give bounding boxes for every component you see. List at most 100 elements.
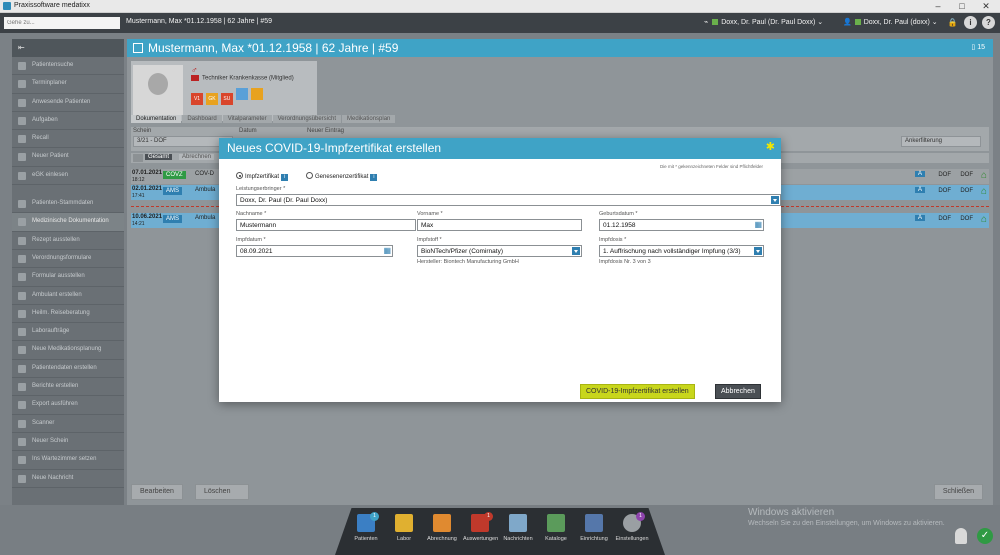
- sidebar-item-reise[interactable]: Heilm. Reiseberatung: [12, 305, 124, 324]
- flag-su[interactable]: SU: [220, 93, 233, 105]
- minimize-icon[interactable]: –: [928, 0, 948, 12]
- waiting-room-icon: [18, 456, 26, 465]
- people-icon: [18, 98, 26, 107]
- sidebar-item-recall[interactable]: Recall: [12, 130, 124, 149]
- catalog-icon: [547, 514, 565, 532]
- sidebar-item-stammdaten[interactable]: Patienten-Stammdaten: [12, 195, 124, 214]
- tab-dokumentation[interactable]: Dokumentation: [131, 115, 182, 123]
- sidebar-item-patientendaten[interactable]: Patientendaten erstellen: [12, 360, 124, 379]
- birthdate-label: Geburtsdatum *: [599, 211, 638, 217]
- tab-vitalparameter[interactable]: Vitalparameter: [222, 115, 272, 123]
- form-icon: [18, 254, 26, 263]
- radio-recovery-certificate[interactable]: Genesenenzertifikat i: [306, 172, 378, 181]
- flag-v1[interactable]: V1: [191, 93, 203, 105]
- sidebar-item-terminplaner[interactable]: Terminplaner: [12, 75, 124, 94]
- info-icon[interactable]: i: [281, 174, 289, 181]
- sidebar-item-neuer-schein[interactable]: Neuer Schein: [12, 433, 124, 452]
- sidebar-item-med-doku[interactable]: Medizinische Dokumentation: [12, 213, 124, 232]
- goto-search-input[interactable]: [4, 17, 120, 29]
- app-dock: 1 Patienten Labor Abrechnung 1 Auswertun…: [335, 508, 665, 555]
- dock-abrechnung[interactable]: Abrechnung: [425, 514, 459, 542]
- schein-label: Schein: [133, 128, 152, 134]
- sidebar-collapse-toggle[interactable]: ⇤: [12, 39, 124, 57]
- edit-patient-icon[interactable]: [133, 43, 143, 53]
- schein-select[interactable]: 3/21 - DOF: [133, 136, 233, 147]
- dock-einrichtung[interactable]: Einrichtung: [577, 514, 611, 542]
- info-icon[interactable]: i: [370, 174, 378, 181]
- vaccine-select[interactable]: BioNTech/Pfizer (Comirnaty): [417, 245, 582, 257]
- datum-label: Datum: [239, 128, 257, 134]
- firstname-field[interactable]: Max: [417, 219, 582, 231]
- help-icon[interactable]: ?: [982, 16, 995, 29]
- sidebar-item-nachricht[interactable]: Neue Nachricht: [12, 470, 124, 488]
- create-certificate-button[interactable]: COVID-19-Impfzertifikat erstellen: [580, 384, 695, 399]
- dock-einstellungen[interactable]: 1 Einstellungen: [615, 512, 649, 542]
- dock-labor[interactable]: Labor: [387, 514, 421, 542]
- dock-patienten[interactable]: 1 Patienten: [349, 512, 383, 542]
- entry-tag: AMS: [163, 187, 183, 195]
- messages-icon: [509, 514, 527, 532]
- filter-icon[interactable]: [133, 154, 143, 162]
- home-icon[interactable]: ⌂: [981, 170, 987, 181]
- document-count[interactable]: ▯ 15: [971, 43, 985, 51]
- sidebar-item-patientensuche[interactable]: Patientensuche: [12, 57, 124, 76]
- dose-select[interactable]: 1. Auffrischung nach vollständiger Impfu…: [599, 245, 764, 257]
- chevron-down-icon: [771, 196, 779, 204]
- abrechnung-button[interactable]: Abrechnen: [179, 154, 215, 160]
- calendar-icon[interactable]: ▦: [383, 246, 391, 255]
- support-person-icon[interactable]: [955, 528, 967, 544]
- close-button[interactable]: Schließen: [933, 484, 983, 500]
- dock-kataloge[interactable]: Kataloge: [539, 514, 573, 542]
- tasks-icon: [18, 116, 26, 125]
- sidebar-item-labor[interactable]: Laboraufträge: [12, 323, 124, 342]
- birthdate-field[interactable]: 01.12.1958 ▦: [599, 219, 764, 231]
- edit-button[interactable]: Bearbeiten: [131, 484, 183, 500]
- sidebar-item-egk[interactable]: eGK einlesen: [12, 167, 124, 186]
- sidebar-item-verordnung[interactable]: Verordnungsformulare: [12, 250, 124, 269]
- provider-select[interactable]: Doxx, Dr. Paul (Dr. Paul Doxx): [236, 194, 781, 206]
- sidebar-item-rezept[interactable]: Rezept ausstellen: [12, 232, 124, 250]
- message-icon: [18, 474, 26, 483]
- sidebar-item-export[interactable]: Export ausführen: [12, 396, 124, 415]
- close-icon[interactable]: ✕: [976, 0, 996, 12]
- tab-dashboard[interactable]: Dashboard: [182, 115, 222, 123]
- calendar-icon[interactable]: ▦: [754, 220, 762, 229]
- cancel-button[interactable]: Abbrechen: [715, 384, 761, 399]
- sidebar-item-scanner[interactable]: Scanner: [12, 415, 124, 433]
- radio-vaccination-certificate[interactable]: Impfzertifikat i: [236, 172, 289, 181]
- flag-pen-icon[interactable]: [250, 88, 263, 100]
- delete-button[interactable]: Löschen: [195, 484, 249, 500]
- status-check-icon[interactable]: ✓: [977, 528, 993, 544]
- maximize-icon[interactable]: □: [952, 0, 972, 12]
- travel-icon: [18, 309, 26, 318]
- sidebar-item-ambulant[interactable]: Ambulant erstellen: [12, 287, 124, 305]
- sidebar-item-wartezimmer[interactable]: Ins Wartezimmer setzen: [12, 451, 124, 470]
- sidebar-item-anwesende[interactable]: Anwesende Patienten: [12, 94, 124, 112]
- sidebar-item-formular[interactable]: Formular ausstellen: [12, 268, 124, 287]
- card-icon: [18, 171, 26, 180]
- flag-gk[interactable]: GK: [205, 93, 218, 105]
- dock-auswertungen[interactable]: 1 Auswertungen: [463, 512, 498, 542]
- flag-syringe-icon[interactable]: [235, 88, 248, 100]
- filter-select[interactable]: Ankerfilterung: [901, 136, 981, 147]
- sidebar-item-medikation[interactable]: Neue Medikationsplanung: [12, 341, 124, 360]
- home-icon[interactable]: ⌂: [981, 214, 987, 225]
- sidebar-item-aufgaben[interactable]: Aufgaben: [12, 112, 124, 131]
- sidebar-item-berichte[interactable]: Berichte erstellen: [12, 378, 124, 397]
- doctor-filter-dropdown[interactable]: ⌁ Doxx, Dr. Paul (Dr. Paul Doxx) ⌄: [704, 18, 823, 26]
- vaccine-label: Impfstoff *: [417, 237, 442, 243]
- lastname-field[interactable]: Mustermann: [236, 219, 416, 231]
- tab-medikationsplan[interactable]: Medikationsplan: [342, 115, 396, 123]
- sidebar-item-neuer-patient[interactable]: Neuer Patient: [12, 148, 124, 167]
- gesamt-button[interactable]: Gesamt: [145, 154, 173, 160]
- tab-verordnung[interactable]: Verordnungsübersicht: [272, 115, 342, 123]
- chevron-down-icon: [754, 247, 762, 255]
- vaccdate-field[interactable]: 08.09.2021 ▦: [236, 245, 393, 257]
- user-menu[interactable]: 👤 Doxx, Dr. Paul (doxx) ⌄: [843, 18, 938, 26]
- windows-activation-watermark: Windows aktivieren Wechseln Sie zu den E…: [748, 507, 945, 527]
- home-icon[interactable]: ⌂: [981, 186, 987, 197]
- dock-nachrichten[interactable]: Nachrichten: [501, 514, 535, 542]
- lastname-label: Nachname *: [236, 211, 267, 217]
- lock-icon[interactable]: 🔒: [946, 16, 959, 29]
- info-icon[interactable]: i: [964, 16, 977, 29]
